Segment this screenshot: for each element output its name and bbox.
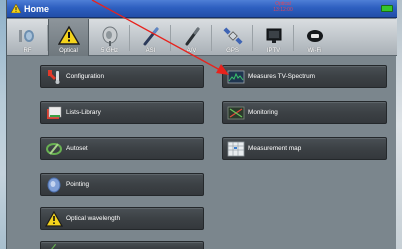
table-map-icon xyxy=(227,141,245,156)
autoset-icon xyxy=(46,142,62,155)
window-title: Home xyxy=(24,3,50,14)
pointing-icon xyxy=(47,177,61,192)
tab-label: 5 GHz xyxy=(100,48,118,54)
monitoring-icon xyxy=(227,106,245,119)
tab-av[interactable]: A/V xyxy=(171,19,212,56)
device-screen: Home Optical 13:12:00 RF Optical 5 GHz A… xyxy=(6,0,397,249)
tab-label: RF xyxy=(23,48,32,54)
spectrum-icon xyxy=(227,70,245,83)
warning-triangle-icon xyxy=(11,4,21,13)
tools-icon xyxy=(48,69,60,84)
rf-cable-icon xyxy=(18,30,34,42)
partial-icon xyxy=(51,243,57,249)
menu-button-partial[interactable] xyxy=(40,241,204,249)
measures-tv-spectrum-label: Measures TV-Spectrum xyxy=(248,73,316,80)
status-indicator: Optical 13:12:00 xyxy=(270,1,296,13)
measurement-map-label: Measurement map xyxy=(248,145,302,152)
tab-label: GPS xyxy=(226,48,239,54)
optical-wavelength-label: Optical wavelength xyxy=(66,215,120,222)
tab-wifi[interactable]: Wi-Fi xyxy=(294,19,335,56)
configuration-button[interactable]: Configuration xyxy=(40,65,204,88)
tab-label: ASI xyxy=(145,48,156,54)
title-bar: Home Optical 13:12:00 xyxy=(7,0,397,18)
measurement-map-button[interactable]: Measurement map xyxy=(222,137,387,160)
configuration-label: Configuration xyxy=(66,73,105,80)
tab-bar: RF Optical 5 GHz ASI A/V GPS IPTV Wi-Fi xyxy=(7,19,397,56)
satellite-dish-icon xyxy=(102,26,117,46)
library-icon xyxy=(47,106,62,119)
tab-label: A/V xyxy=(186,48,197,54)
pencil-probe-icon xyxy=(143,27,158,46)
pointing-button[interactable]: Pointing xyxy=(40,173,204,196)
lists-library-label: Lists-Library xyxy=(66,109,101,116)
status-line-2: 13:12:00 xyxy=(273,7,293,13)
tab-iptv[interactable]: IPTV xyxy=(253,19,294,56)
autoset-button[interactable]: Autoset xyxy=(40,137,204,160)
gps-satellite-icon xyxy=(222,27,243,45)
tab-label: Wi-Fi xyxy=(307,48,322,54)
autoset-label: Autoset xyxy=(66,145,88,152)
wifi-icon xyxy=(306,30,323,42)
tab-asi[interactable]: ASI xyxy=(130,19,171,56)
optical-wavelength-button[interactable]: Optical wavelength xyxy=(40,207,204,230)
pointing-label: Pointing xyxy=(66,181,90,188)
monitoring-button[interactable]: Monitoring xyxy=(222,101,387,124)
warning-triangle-icon xyxy=(57,25,80,45)
tab-label: Optical xyxy=(59,48,78,54)
monitoring-label: Monitoring xyxy=(248,109,278,116)
tab-label: IPTV xyxy=(266,48,281,54)
lists-library-button[interactable]: Lists-Library xyxy=(40,101,204,124)
tab-gps[interactable]: GPS xyxy=(212,19,253,56)
tab-5ghz[interactable]: 5 GHz xyxy=(89,19,130,56)
tab-optical[interactable]: Optical xyxy=(48,19,89,56)
warning-triangle-icon xyxy=(45,210,63,227)
tab-rf[interactable]: RF xyxy=(7,19,48,56)
measures-tv-spectrum-button[interactable]: Measures TV-Spectrum xyxy=(222,65,387,88)
battery-icon xyxy=(381,5,393,12)
pencil-probe-icon xyxy=(185,27,199,46)
monitor-icon xyxy=(266,28,281,43)
